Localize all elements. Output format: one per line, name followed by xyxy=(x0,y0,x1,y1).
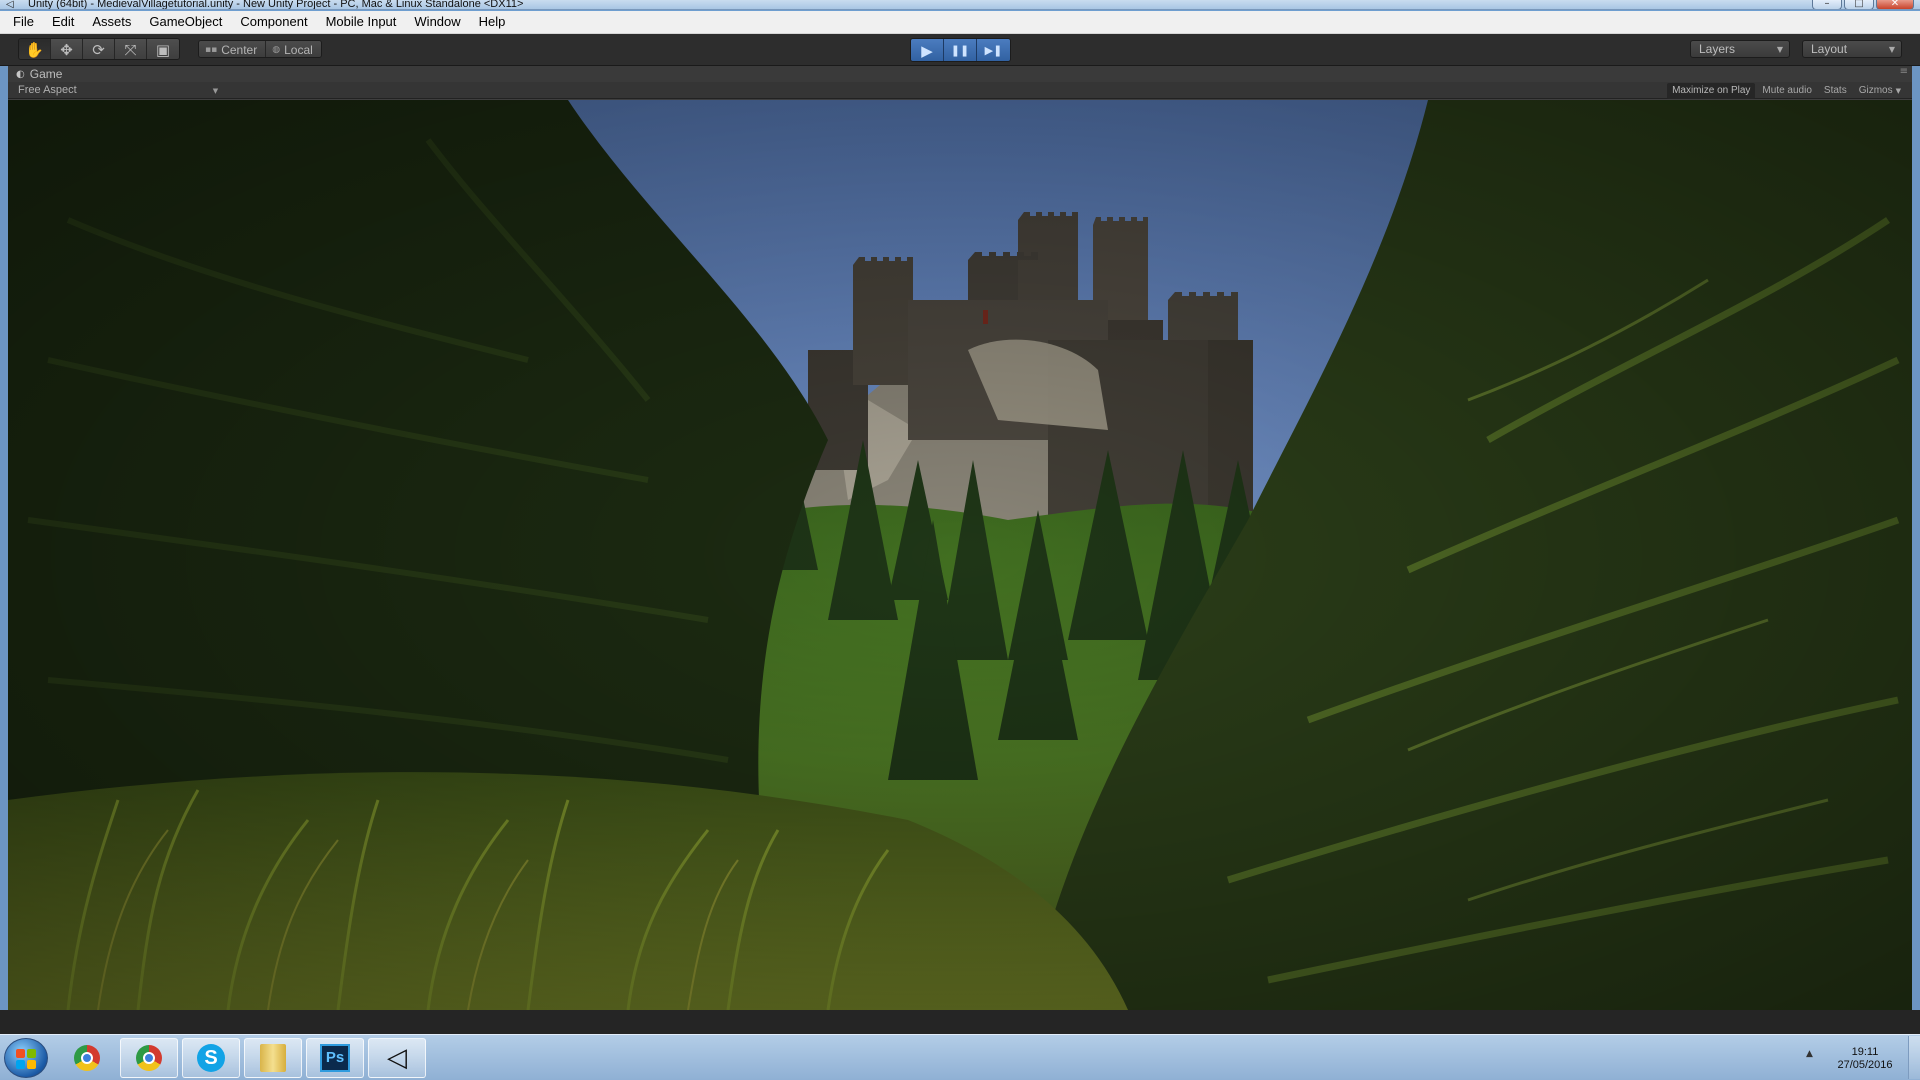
game-view-options: Maximize on Play Mute audio Stats Gizmos… xyxy=(1667,83,1906,99)
hand-tool-icon[interactable]: ✋ xyxy=(19,39,51,59)
play-button[interactable]: ▶ xyxy=(911,39,944,61)
game-scene xyxy=(8,100,1912,1010)
gizmos-toggle[interactable]: Gizmos ▼ xyxy=(1854,83,1906,99)
game-panel-tabbar: ◐ Game ≡ xyxy=(8,66,1912,82)
menu-assets[interactable]: Assets xyxy=(89,12,134,32)
taskbar-photoshop[interactable]: Ps xyxy=(306,1038,364,1078)
aspect-dropdown[interactable]: Free Aspect ▼ xyxy=(18,83,218,99)
close-button[interactable]: ✕ xyxy=(1876,0,1914,9)
play-controls: ▶ ❚❚ ▶❚ xyxy=(910,38,1011,62)
taskbar: S Ps ◁ ▲ 19:11 27/05/2016 xyxy=(0,1034,1920,1080)
taskbar-chrome-pinned[interactable] xyxy=(58,1038,116,1078)
aspect-label: Free Aspect xyxy=(18,84,77,96)
unity-icon: ◁ xyxy=(387,1043,407,1073)
chevron-down-icon: ▼ xyxy=(212,87,219,95)
system-clock[interactable]: 19:11 27/05/2016 xyxy=(1832,1046,1898,1072)
unity-icon: ◁ xyxy=(6,0,14,10)
layers-dropdown[interactable]: Layers ▼ xyxy=(1690,40,1790,58)
clock-time: 19:11 xyxy=(1851,1046,1879,1058)
mute-audio-toggle[interactable]: Mute audio xyxy=(1757,83,1816,99)
pivot-toggles: ▪▪ Center ◍ Local xyxy=(198,40,322,58)
start-button[interactable] xyxy=(4,1038,48,1078)
chevron-down-icon: ▼ xyxy=(1888,45,1895,54)
maximize-on-play-toggle[interactable]: Maximize on Play xyxy=(1667,83,1756,99)
menu-help[interactable]: Help xyxy=(476,12,509,32)
pivot-icon: ▪▪ xyxy=(205,45,218,55)
pivot-local-label: Local xyxy=(284,43,313,57)
chevron-down-icon: ▼ xyxy=(1895,87,1901,95)
pivot-local-button[interactable]: ◍ Local xyxy=(265,41,321,57)
game-view-toolbar: Free Aspect ▼ Maximize on Play Mute audi… xyxy=(8,82,1912,99)
photoshop-icon: Ps xyxy=(320,1044,350,1072)
skype-icon: S xyxy=(197,1044,225,1072)
stats-toggle[interactable]: Stats xyxy=(1819,83,1852,99)
rotate-tool-icon[interactable]: ⟳ xyxy=(83,39,115,59)
unity-editor: ✋ ✥ ⟳ ⤧ ▣ ▪▪ Center ◍ Local ▶ ❚❚ ▶❚ Laye… xyxy=(0,34,1920,1034)
panel-frame-right xyxy=(1912,66,1920,1034)
window-title-bar[interactable]: ◁ Unity (64bit) - MedievalVillagetutoria… xyxy=(0,0,1920,10)
pivot-center-button[interactable]: ▪▪ Center xyxy=(199,41,266,57)
panel-menu-icon[interactable]: ≡ xyxy=(1900,66,1908,78)
game-controller-icon: ◐ xyxy=(16,68,25,80)
scale-tool-icon[interactable]: ⤧ xyxy=(115,39,147,59)
chrome-icon xyxy=(136,1045,162,1071)
main-toolbar: ✋ ✥ ⟳ ⤧ ▣ ▪▪ Center ◍ Local ▶ ❚❚ ▶❚ Laye… xyxy=(0,34,1920,66)
menu-window[interactable]: Window xyxy=(411,12,463,32)
move-tool-icon[interactable]: ✥ xyxy=(51,39,83,59)
layers-label: Layers xyxy=(1699,42,1736,56)
panel-frame-left xyxy=(0,66,8,1034)
chrome-icon xyxy=(74,1045,100,1071)
window-title: Unity (64bit) - MedievalVillagetutorial.… xyxy=(28,0,524,10)
taskbar-chrome[interactable] xyxy=(120,1038,178,1078)
windows-logo-icon xyxy=(16,1049,36,1069)
menu-mobile-input[interactable]: Mobile Input xyxy=(323,12,400,32)
taskbar-file-explorer[interactable] xyxy=(244,1038,302,1078)
game-view-render[interactable] xyxy=(8,100,1912,1010)
pivot-center-label: Center xyxy=(221,43,258,57)
minimize-button[interactable]: – xyxy=(1812,0,1842,9)
menu-bar: File Edit Assets GameObject Component Mo… xyxy=(0,11,1920,34)
layout-dropdown[interactable]: Layout ▼ xyxy=(1802,40,1902,58)
transform-tools: ✋ ✥ ⟳ ⤧ ▣ xyxy=(18,38,180,60)
rect-tool-icon[interactable]: ▣ xyxy=(147,39,179,59)
status-bar xyxy=(0,1010,1920,1034)
pause-button[interactable]: ❚❚ xyxy=(944,39,977,61)
tray-expand-icon[interactable]: ▲ xyxy=(1806,1049,1813,1059)
chevron-down-icon: ▼ xyxy=(1776,45,1783,54)
maximize-button[interactable]: □ xyxy=(1844,0,1874,9)
tab-game-label: Game xyxy=(29,67,63,81)
taskbar-skype[interactable]: S xyxy=(182,1038,240,1078)
menu-gameobject[interactable]: GameObject xyxy=(146,12,225,32)
clock-date: 27/05/2016 xyxy=(1837,1059,1893,1071)
layout-label: Layout xyxy=(1811,42,1848,56)
show-desktop-button[interactable] xyxy=(1908,1036,1920,1079)
local-space-icon: ◍ xyxy=(272,45,281,55)
menu-file[interactable]: File xyxy=(10,12,37,32)
step-button[interactable]: ▶❚ xyxy=(977,39,1010,61)
folder-icon xyxy=(260,1044,286,1072)
menu-component[interactable]: Component xyxy=(237,12,310,32)
taskbar-unity[interactable]: ◁ xyxy=(368,1038,426,1078)
menu-edit[interactable]: Edit xyxy=(49,12,77,32)
gizmos-label: Gizmos xyxy=(1858,85,1893,96)
vignette xyxy=(8,100,1912,1010)
tab-game[interactable]: ◐ Game xyxy=(16,66,62,82)
